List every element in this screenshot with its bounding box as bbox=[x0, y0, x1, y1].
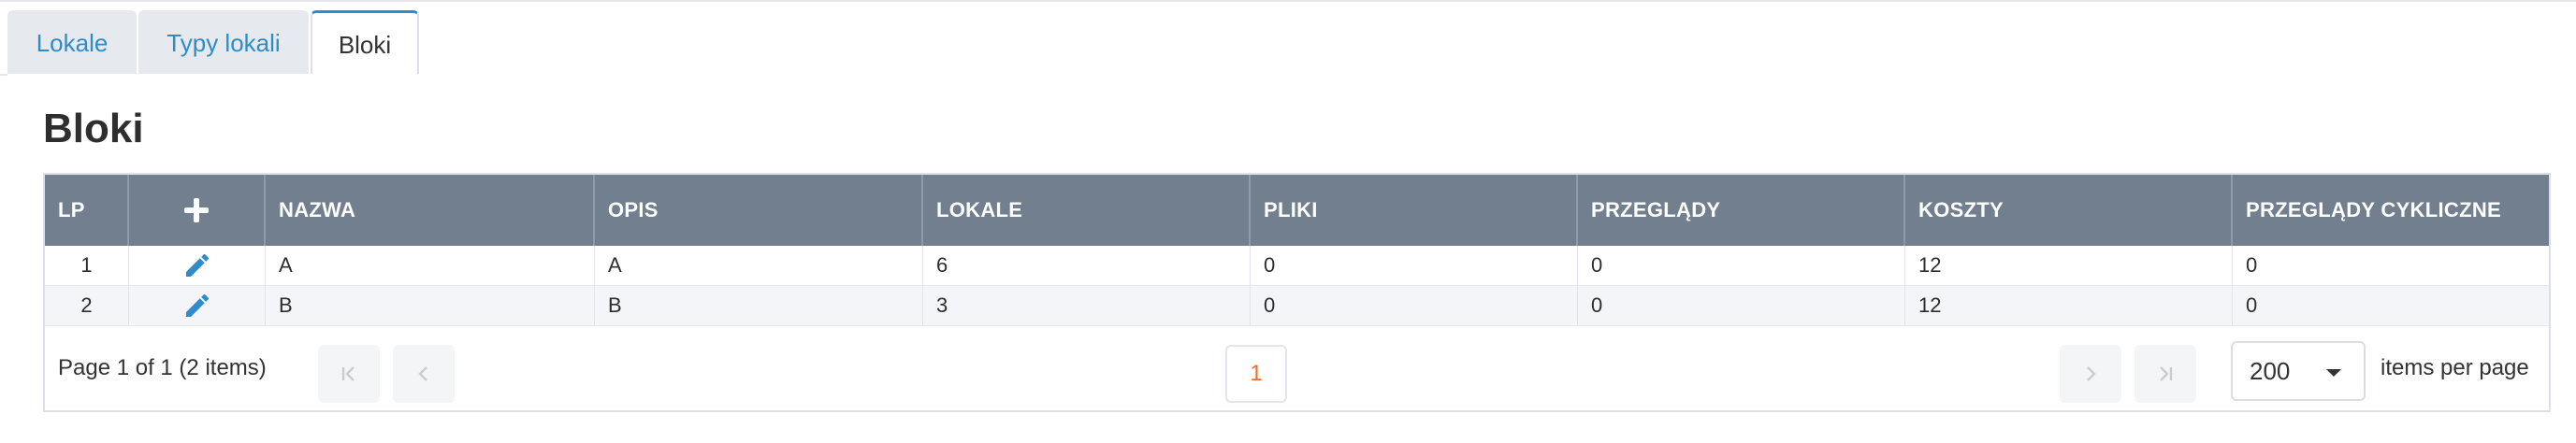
tab-lokale[interactable]: Lokale bbox=[7, 10, 137, 76]
prev-page-button[interactable] bbox=[393, 345, 455, 403]
last-page-icon bbox=[2160, 366, 2173, 381]
page-button-current[interactable]: 1 bbox=[1225, 345, 1287, 403]
column-header-lp[interactable]: LP bbox=[45, 175, 129, 246]
cell-przeglady: 0 bbox=[1578, 286, 1905, 325]
column-header-przeglady-cykliczne[interactable]: PRZEGLĄDY CYKLICZNE bbox=[2233, 175, 2549, 246]
cell-pliki: 0 bbox=[1251, 286, 1578, 325]
cell-przeglady-cykliczne: 0 bbox=[2246, 293, 2258, 317]
add-button[interactable] bbox=[129, 175, 266, 246]
cell-lokale: 3 bbox=[923, 286, 1251, 325]
cell-nazwa: A bbox=[266, 246, 595, 285]
prev-page-icon bbox=[418, 366, 427, 381]
cell-opis: B bbox=[595, 286, 923, 325]
plus-icon bbox=[184, 198, 209, 222]
cell-nazwa: B bbox=[266, 286, 595, 325]
tab-typy-lokali[interactable]: Typy lokali bbox=[138, 10, 309, 76]
tab-bar: Lokale Typy lokali Bloki bbox=[0, 2, 2576, 78]
edit-button[interactable] bbox=[129, 286, 266, 325]
first-page-button[interactable] bbox=[318, 345, 380, 403]
last-page-button[interactable] bbox=[2135, 345, 2196, 403]
cell-przeglady-cykliczne: 0 bbox=[2246, 253, 2258, 277]
edit-button[interactable] bbox=[129, 246, 266, 285]
column-header-opis[interactable]: OPIS bbox=[595, 175, 923, 246]
cell-pliki: 0 bbox=[1251, 246, 1578, 285]
table-row: 2 B B 3 0 0 12 0 bbox=[45, 286, 2549, 326]
cell-lp: 2 bbox=[45, 286, 129, 325]
cell-przeglady: 0 bbox=[1578, 246, 1905, 285]
cell-koszty: 12 bbox=[1905, 286, 2233, 325]
chevron-down-icon bbox=[2326, 369, 2341, 377]
cell-lokale: 6 bbox=[923, 246, 1251, 285]
cell-opis: A bbox=[595, 246, 923, 285]
page-size-value: 200 bbox=[2250, 356, 2291, 385]
pager: Page 1 of 1 (2 items) 1 200 items per pa… bbox=[45, 326, 2549, 410]
content-panel: Bloki LP NAZWA OPIS LOKALE PLIKI PRZEGLĄ… bbox=[7, 74, 2576, 443]
grid-header: LP NAZWA OPIS LOKALE PLIKI PRZEGLĄDY KOS… bbox=[45, 175, 2549, 246]
column-header-nazwa[interactable]: NAZWA bbox=[266, 175, 595, 246]
table-row: 1 A A 6 0 0 12 0 bbox=[45, 246, 2549, 286]
pencil-icon bbox=[185, 253, 209, 277]
column-header-przeglady[interactable]: PRZEGLĄDY bbox=[1578, 175, 1905, 246]
blocks-grid: LP NAZWA OPIS LOKALE PLIKI PRZEGLĄDY KOS… bbox=[43, 173, 2551, 412]
page-title: Bloki bbox=[43, 106, 144, 151]
items-per-page-label: items per page bbox=[2381, 355, 2529, 380]
next-page-icon bbox=[2087, 366, 2096, 381]
page-size-select[interactable]: 200 bbox=[2231, 341, 2366, 401]
tab-bloki[interactable]: Bloki bbox=[311, 10, 419, 78]
first-page-icon bbox=[341, 366, 355, 381]
cell-koszty: 12 bbox=[1905, 246, 2233, 285]
column-header-lokale[interactable]: LOKALE bbox=[923, 175, 1251, 246]
pencil-icon bbox=[185, 293, 209, 317]
column-header-pliki[interactable]: PLIKI bbox=[1251, 175, 1578, 246]
column-header-koszty[interactable]: KOSZTY bbox=[1905, 175, 2233, 246]
next-page-button[interactable] bbox=[2060, 345, 2121, 403]
cell-lp: 1 bbox=[45, 246, 129, 285]
pager-info: Page 1 of 1 (2 items) bbox=[58, 355, 267, 380]
